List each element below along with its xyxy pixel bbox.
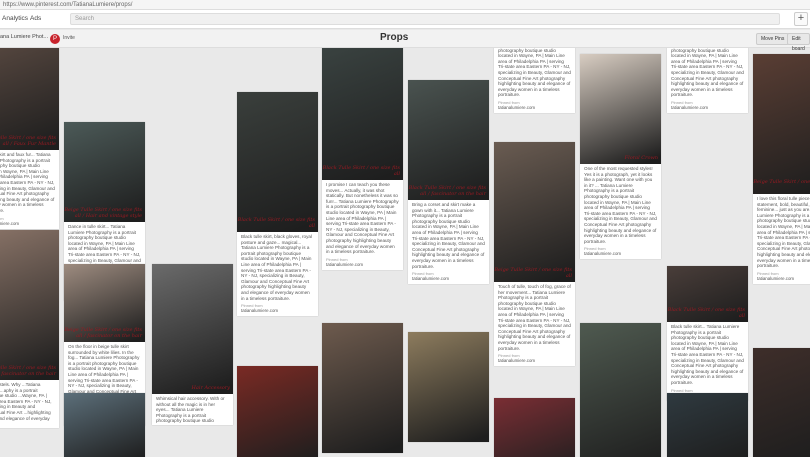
pin-description: One of the most requested styles! Yes it… bbox=[584, 166, 657, 244]
pin-description: Photography is a portrait photography bo… bbox=[498, 48, 571, 98]
pin-image[interactable]: Black Tulle Skirt / one size fits all / … bbox=[408, 80, 489, 200]
pin-image[interactable] bbox=[494, 398, 575, 457]
pin-source-link[interactable]: tatianalumiere.com bbox=[494, 105, 575, 113]
pin-card[interactable]: Black Tulle Skirt / one size fits all / … bbox=[408, 80, 489, 285]
pin-card[interactable]: Beige Tulle Skirt / one size fits all / … bbox=[0, 230, 59, 428]
nav-ads[interactable]: Ads bbox=[30, 14, 41, 24]
pin-image[interactable] bbox=[753, 348, 810, 457]
pin-card[interactable]: Beige Tulle Skirt / one size fits all I l… bbox=[753, 54, 810, 284]
pin-image[interactable] bbox=[237, 366, 318, 457]
pin-watermark: Beige Tulle Skirt / one size fits all bbox=[753, 179, 810, 185]
nav-analytics[interactable]: Analytics bbox=[2, 14, 28, 24]
pin-source-link[interactable]: tatianalumiere.com bbox=[322, 262, 403, 270]
invite-link[interactable]: Invite bbox=[63, 35, 75, 41]
board-title: Props bbox=[380, 32, 409, 43]
pin-card[interactable] bbox=[580, 323, 661, 457]
pin-watermark: Floral Crown bbox=[624, 155, 658, 161]
pin-watermark: Black Tulle Skirt / one size fits all bbox=[322, 165, 400, 177]
pin-card[interactable]: Photography is a portrait photography bo… bbox=[667, 48, 748, 113]
pin-card[interactable] bbox=[64, 393, 145, 457]
pin-image[interactable]: Hair Accessory bbox=[152, 264, 233, 394]
move-pins-button[interactable]: Move Pins bbox=[756, 33, 790, 45]
pin-card[interactable]: Photography is a portrait photography bo… bbox=[494, 48, 575, 113]
pin-description: Black tulle skirt, black gloves, royal p… bbox=[241, 234, 312, 301]
pin-card[interactable]: Black Tulle Skirt / one size fits all Bla… bbox=[667, 266, 748, 401]
pin-watermark: Black Tulle Skirt / one size fits all bbox=[667, 307, 745, 319]
pin-card[interactable]: Beige Tulle Skirt / one size fits all / … bbox=[0, 48, 59, 229]
pin-watermark: Beige Tulle Skirt / one size fits all / … bbox=[0, 135, 56, 147]
top-nav: Analytics Ads Search + bbox=[0, 10, 810, 29]
pin-image[interactable]: Beige Tulle Skirt / one size fits all / … bbox=[64, 122, 145, 222]
pin-image[interactable]: Beige Tulle Skirt / one size fits all bbox=[494, 142, 575, 282]
pin-image[interactable] bbox=[322, 323, 403, 453]
pin-image[interactable]: Black Tulle Skirt / one size fits all bbox=[667, 266, 748, 322]
pin-description: Touch of tulle, touch of fog, grace of h… bbox=[498, 284, 571, 351]
pin-card[interactable] bbox=[753, 348, 810, 457]
pin-card[interactable]: Hair Accessory Whimsical hair accessory. … bbox=[152, 264, 233, 425]
pin-card[interactable] bbox=[322, 323, 403, 453]
pin-source-link[interactable]: tatianalumiere.com bbox=[580, 251, 661, 259]
pin-card[interactable] bbox=[667, 393, 748, 457]
search-input[interactable]: Search bbox=[70, 13, 780, 25]
pin-description: ...anza skirt and faux fur... Tatiana Lu… bbox=[0, 152, 55, 213]
pin-source-link[interactable]: tatianalumiere.com bbox=[0, 221, 59, 229]
pin-source-link[interactable]: tatianalumiere.com bbox=[753, 276, 810, 284]
collaborator-avatar[interactable]: P bbox=[50, 34, 60, 44]
pin-source-link[interactable]: tatianalumiere.com bbox=[494, 358, 575, 366]
pin-description: I love this floral tulle piece, statemen… bbox=[757, 196, 810, 269]
pin-watermark: Beige Tulle Skirt / one size fits all / … bbox=[64, 327, 142, 339]
pin-watermark: Black Tulle Skirt / one size fits all / … bbox=[408, 185, 486, 197]
pin-image[interactable] bbox=[580, 323, 661, 457]
pin-watermark: Black Tulle Skirt / one size fits all bbox=[237, 217, 315, 229]
pin-description: I promise I can teach you these moves...… bbox=[326, 182, 399, 255]
pin-description: Photography is a portrait photography bo… bbox=[671, 48, 744, 98]
pin-description: ...y in pastels. Why ...Tatiana Lumiere … bbox=[0, 382, 52, 421]
pin-image[interactable]: Black Tulle Skirt / one size fits all bbox=[237, 92, 318, 232]
pin-card[interactable]: Floral Crown One of the most requested st… bbox=[580, 54, 661, 260]
edit-board-button[interactable]: Edit board bbox=[787, 33, 810, 52]
pin-card[interactable] bbox=[494, 398, 575, 457]
add-pin-button[interactable]: + bbox=[794, 12, 808, 26]
address-bar[interactable]: https://www.pinterest.com/TatianaLumiere… bbox=[0, 0, 810, 10]
pin-source-link[interactable]: tatianalumiere.com bbox=[408, 276, 489, 284]
pin-image[interactable]: Floral Crown bbox=[580, 54, 661, 164]
pin-description: Whimsical hair accessory. With or withou… bbox=[156, 396, 225, 424]
pin-image[interactable] bbox=[667, 393, 748, 457]
board-owner-name[interactable]: ana Lumiere Phot... bbox=[0, 34, 48, 40]
pin-card[interactable] bbox=[408, 332, 489, 442]
pin-watermark: Beige Tulle Skirt / one size fits all / … bbox=[64, 207, 142, 219]
pin-card[interactable]: Beige Tulle Skirt / one size fits all Tou… bbox=[494, 142, 575, 367]
pin-card[interactable]: Black Tulle Skirt / one size fits all I p… bbox=[322, 48, 403, 270]
pin-description: Bring a corset and skirt make a gown wit… bbox=[412, 202, 485, 269]
pin-watermark: Beige Tulle Skirt / one size fits all bbox=[494, 267, 572, 279]
board-header: ana Lumiere Phot... P Invite Props Move … bbox=[0, 30, 810, 52]
pin-image[interactable]: Black Tulle Skirt / one size fits all bbox=[322, 48, 403, 180]
pin-image[interactable] bbox=[64, 393, 145, 457]
pin-image[interactable]: Beige Tulle Skirt / one size fits all / … bbox=[0, 230, 59, 380]
pin-image[interactable]: Beige Tulle Skirt / one size fits all / … bbox=[64, 264, 145, 342]
pin-watermark: Beige Tulle Skirt / one size fits all / … bbox=[0, 365, 56, 377]
pin-source-link[interactable]: tatianalumiere.com bbox=[237, 308, 318, 316]
pin-source-link[interactable]: tatianalumiere.com bbox=[667, 105, 748, 113]
pin-description: Black tulle skirt... Tatiana Lumiere Pho… bbox=[671, 324, 744, 385]
pin-grid: Beige Tulle Skirt / one size fits all / … bbox=[0, 48, 810, 457]
pin-image[interactable]: Beige Tulle Skirt / one size fits all / … bbox=[0, 48, 59, 150]
pin-card[interactable] bbox=[237, 366, 318, 457]
pin-image[interactable] bbox=[408, 332, 489, 442]
pin-watermark: Hair Accessory bbox=[191, 385, 230, 391]
pin-card[interactable]: Black Tulle Skirt / one size fits all Bla… bbox=[237, 92, 318, 317]
pin-image[interactable]: Beige Tulle Skirt / one size fits all bbox=[753, 54, 810, 194]
